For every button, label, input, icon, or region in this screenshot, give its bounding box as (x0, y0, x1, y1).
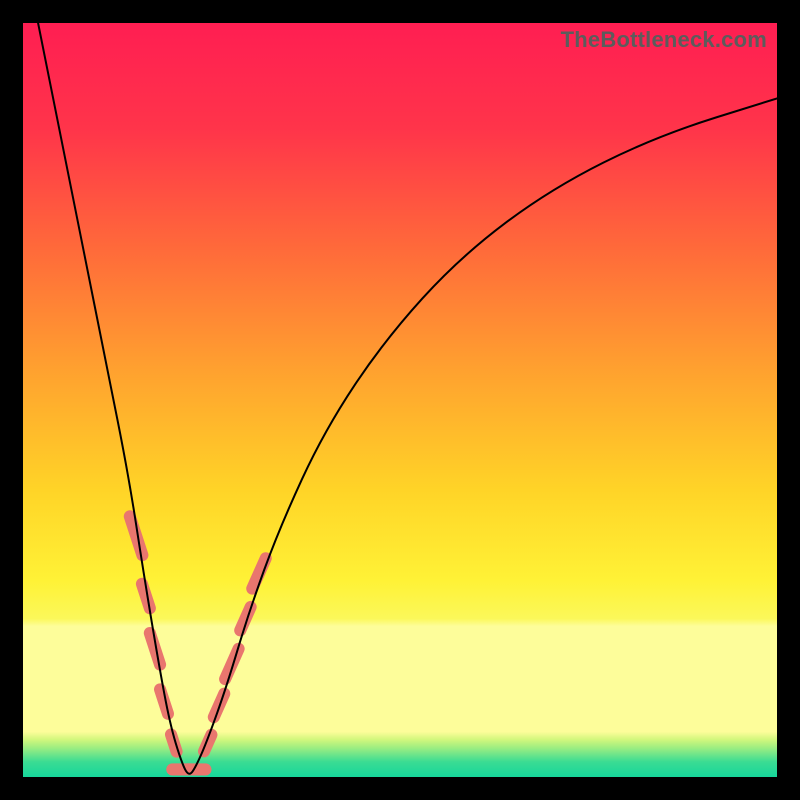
curve-marker (232, 599, 258, 638)
bottleneck-curve (38, 23, 777, 774)
outer-border: TheBottleneck.com (0, 0, 800, 800)
chart-svg (23, 23, 777, 777)
curve-marker (196, 727, 219, 759)
curve-marker (122, 509, 150, 563)
curve-marker (142, 625, 167, 672)
data-markers (122, 509, 274, 776)
curve-marker (163, 727, 184, 759)
curve-marker (217, 641, 246, 687)
watermark-text: TheBottleneck.com (561, 27, 767, 53)
plot-area: TheBottleneck.com (23, 23, 777, 777)
